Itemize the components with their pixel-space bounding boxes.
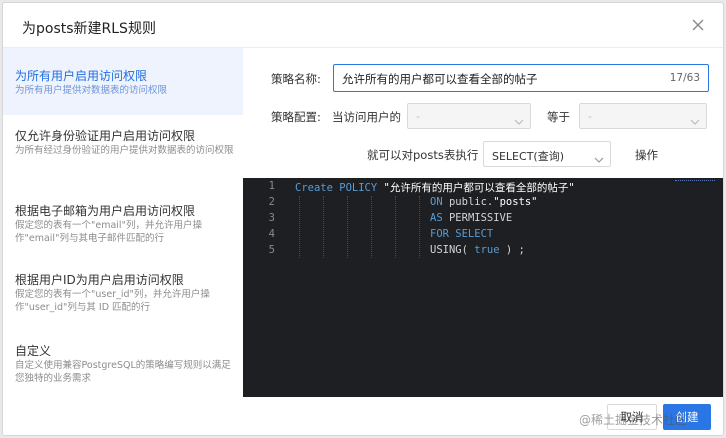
sql-keyword: FOR SELECT <box>430 228 494 240</box>
close-icon[interactable] <box>687 14 709 36</box>
editor-minimap <box>675 180 715 184</box>
operation-select[interactable]: SELECT(查询) <box>483 141 611 167</box>
sidebar-item-title: 为所有用户启用访问权限 <box>15 69 148 83</box>
when-user-label: 当访问用户的 <box>332 110 401 124</box>
indent-guide <box>347 196 348 258</box>
dialog-title: 为posts新建RLS规则 <box>22 21 156 37</box>
user-field-select[interactable]: - <box>407 103 531 129</box>
policy-config-label: 策略配置: <box>271 110 321 124</box>
policy-form: 策略名称: 允许所有的用户都可以查看全部的帖子 17/63 策略配置: 当访问用… <box>243 48 723 397</box>
sidebar-item-desc: 假定您的表有一个"email"列，并允许用户操作"email"列与其电子邮件匹配… <box>15 220 202 244</box>
new-rls-rule-dialog: 为posts新建RLS规则 为所有用户启用访问权限 为所有用户提供对数据表的访问… <box>2 2 724 436</box>
sidebar-item-desc: 假定您的表有一个"user_id"列，并允许用户操作"user_id"列与其 I… <box>15 289 210 313</box>
sql-function: USING( <box>430 244 468 256</box>
sidebar-item-by-email[interactable]: 根据电子邮箱为用户启用访问权限 假定您的表有一个"email"列，并允许用户操作… <box>3 204 243 268</box>
chevron-down-icon <box>690 112 700 125</box>
sidebar-item-title: 自定义 <box>15 344 52 358</box>
line-number: 5 <box>268 244 275 256</box>
user-field-select-value: - <box>416 110 420 123</box>
watermark-text: @稀土掘金技术社区 <box>579 413 688 427</box>
code-line-1: Create POLICY "允许所有的用户都可以查看全部的帖子" <box>295 180 575 195</box>
policy-name-value: 允许所有的用户都可以查看全部的帖子 <box>342 72 538 86</box>
dialog-header: 为posts新建RLS规则 <box>3 3 723 48</box>
policy-name-char-count: 17/63 <box>669 72 700 84</box>
code-line-5: USING( true ) ; <box>430 244 525 256</box>
line-number: 3 <box>268 212 275 224</box>
sql-keyword: true <box>474 244 500 256</box>
sql-code-editor[interactable]: 1 2 3 4 5 Create POLICY "允许所有的用户都可以查看全部的… <box>243 178 723 397</box>
indent-guide <box>371 196 372 258</box>
sidebar-item-desc: 自定义使用兼容PostgreSQL的策略编写规则以满足您独特的业务需求 <box>15 360 231 384</box>
dialog-footer: 取消 创建 @稀土掘金技术社区 <box>3 397 723 435</box>
sql-keyword: Create POLICY <box>295 182 378 194</box>
code-line-3: AS PERMISSIVE <box>430 212 512 224</box>
policy-template-sidebar: 为所有用户启用访问权限 为所有用户提供对数据表的访问权限 仅允许身份验证用户启用… <box>3 48 243 397</box>
sidebar-item-by-user-id[interactable]: 根据用户ID为用户启用访问权限 假定您的表有一个"user_id"列，并允许用户… <box>3 273 243 337</box>
sidebar-item-desc: 为所有用户提供对数据表的访问权限 <box>15 85 168 96</box>
line-number: 4 <box>268 228 275 240</box>
sql-string: "允许所有的用户都可以查看全部的帖子" <box>383 182 575 194</box>
sql-identifier: public. <box>448 196 494 208</box>
line-number-gutter: 1 2 3 4 5 <box>243 178 283 397</box>
sql-punctuation: ) ; <box>505 244 525 256</box>
indent-guide <box>299 196 300 258</box>
indent-guide <box>395 196 396 258</box>
equals-label: 等于 <box>547 110 570 124</box>
exec-on-table-label: 就可以对posts表执行 <box>367 148 479 162</box>
line-number: 1 <box>268 180 275 192</box>
sql-string: "posts" <box>493 196 538 208</box>
line-number: 2 <box>268 196 275 208</box>
sidebar-item-desc: 为所有经过身份验证的用户提供对数据表的访问权限 <box>15 145 234 156</box>
operation-label: 操作 <box>635 148 658 162</box>
chevron-down-icon <box>594 150 604 163</box>
policy-name-label: 策略名称: <box>271 72 321 86</box>
sidebar-item-authenticated-users[interactable]: 仅允许身份验证用户启用访问权限 为所有经过身份验证的用户提供对数据表的访问权限 <box>3 129 243 189</box>
sql-keyword: ON <box>430 196 443 208</box>
indent-guide <box>323 196 324 258</box>
match-value-select-value: - <box>588 110 592 123</box>
sidebar-item-title: 仅允许身份验证用户启用访问权限 <box>15 129 196 143</box>
code-line-2: ON public."posts" <box>430 196 538 208</box>
sidebar-item-custom[interactable]: 自定义 自定义使用兼容PostgreSQL的策略编写规则以满足您独特的业务需求 <box>3 344 243 394</box>
policy-name-input[interactable]: 允许所有的用户都可以查看全部的帖子 17/63 <box>333 64 709 92</box>
operation-select-value: SELECT(查询) <box>492 150 564 163</box>
chevron-down-icon <box>514 112 524 125</box>
code-line-4: FOR SELECT <box>430 228 493 240</box>
indent-guide <box>419 196 420 258</box>
sql-identifier: PERMISSIVE <box>448 212 513 224</box>
sidebar-item-title: 根据用户ID为用户启用访问权限 <box>15 273 184 287</box>
match-value-select[interactable]: - <box>579 103 707 129</box>
sidebar-item-all-users[interactable]: 为所有用户启用访问权限 为所有用户提供对数据表的访问权限 <box>3 48 243 115</box>
sidebar-item-title: 根据电子邮箱为用户启用访问权限 <box>15 204 196 218</box>
sql-keyword: AS <box>430 212 443 224</box>
